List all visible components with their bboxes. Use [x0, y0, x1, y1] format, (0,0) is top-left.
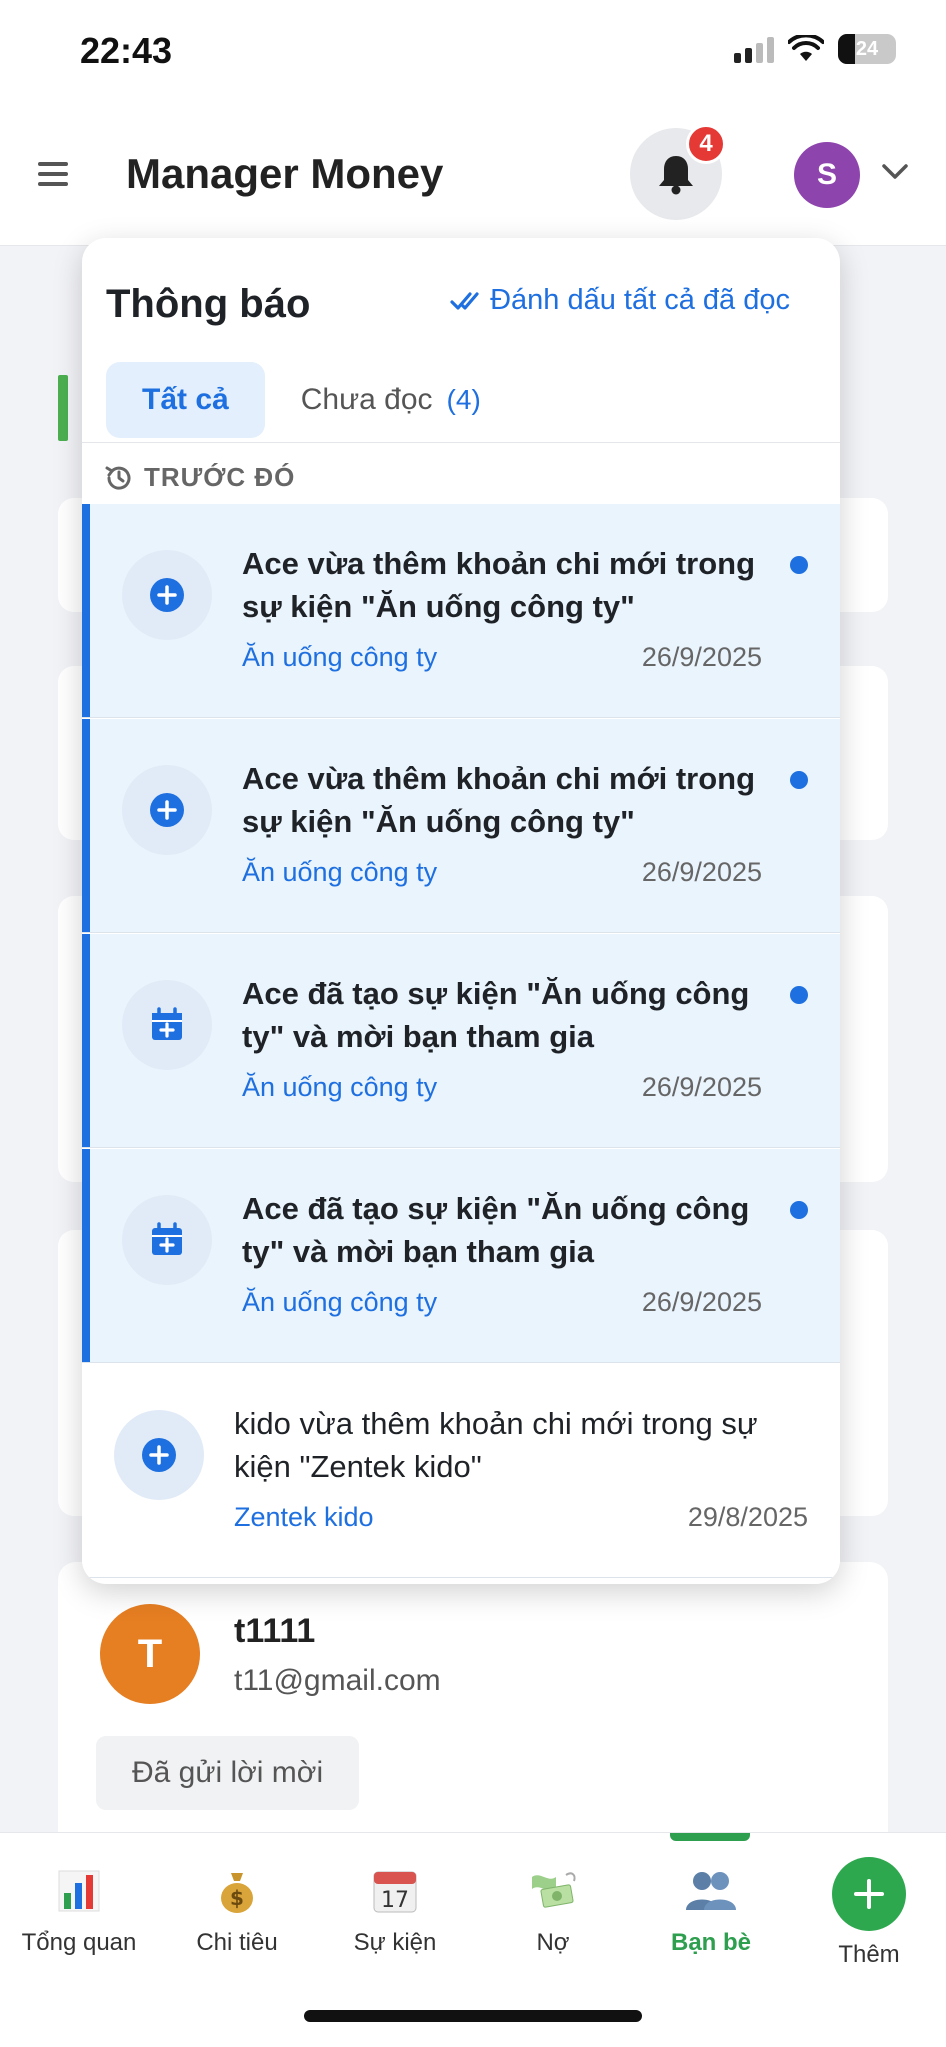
unread-dot	[790, 986, 808, 1004]
calendar-plus-icon	[122, 1195, 212, 1285]
nav-expenses[interactable]: $ Chi tiêu	[158, 1863, 316, 1957]
wifi-icon	[788, 35, 824, 61]
notification-text: Ace vừa thêm khoản chi mới trong sự kiện…	[242, 761, 756, 839]
invitation-sent-button[interactable]: Đã gửi lời mời	[96, 1736, 360, 1810]
unread-dot	[790, 1201, 808, 1219]
friend-email: t11@gmail.com	[234, 1664, 441, 1697]
plus-circle-icon	[114, 1410, 204, 1500]
nav-friends[interactable]: Bạn bè	[632, 1863, 790, 1957]
notifications-title: Thông báo	[106, 282, 311, 326]
notification-text: Ace đã tạo sự kiện "Ăn uống công ty" và …	[242, 1191, 750, 1269]
friends-icon	[632, 1863, 790, 1919]
status-bar: 22:43 24	[0, 0, 946, 100]
nav-events[interactable]: 17 Sự kiện	[316, 1863, 474, 1957]
mark-all-read-button[interactable]: Đánh dấu tất cả đã đọc	[450, 284, 790, 317]
notification-item[interactable]: Ace đã tạo sự kiện "Ăn uống công ty" và …	[82, 1149, 840, 1363]
notifications-header: Thông báo Đánh dấu tất cả đã đọc	[82, 238, 840, 358]
notification-item[interactable]: Ace vừa thêm khoản chi mới trong sự kiện…	[82, 719, 840, 933]
notification-date: 26/9/2025	[641, 857, 762, 887]
section-accent-bar	[58, 375, 68, 441]
chevron-down-icon[interactable]	[880, 162, 910, 182]
notification-text: Ace đã tạo sự kiện "Ăn uống công ty" và …	[242, 976, 750, 1054]
tab-unread[interactable]: Chưa đọc (4)	[265, 362, 517, 438]
plus-circle-icon	[122, 765, 212, 855]
plus-circle-icon	[122, 550, 212, 640]
nav-events-label: Sự kiện	[353, 1929, 437, 1956]
notification-tabs: Tất cả Chưa đọc (4)	[106, 362, 517, 438]
notification-event-link[interactable]: Ăn uống công ty	[242, 1072, 437, 1103]
notification-item[interactable]: kido vừa thêm khoản chi mới trong sự kiệ…	[82, 1364, 840, 1578]
nav-debts-label: Nợ	[536, 1929, 570, 1956]
bar-chart-icon	[0, 1863, 158, 1919]
add-icon	[832, 1857, 906, 1931]
notification-event-link[interactable]: Ăn uống công ty	[242, 1287, 437, 1318]
notification-event-link[interactable]: Ăn uống công ty	[242, 857, 437, 888]
nav-debts[interactable]: Nợ	[474, 1863, 632, 1957]
nav-add[interactable]: Thêm	[790, 1857, 946, 1969]
calendar-icon: 17	[316, 1863, 474, 1919]
status-time: 22:43	[80, 30, 173, 71]
notification-text: kido vừa thêm khoản chi mới trong sự kiệ…	[234, 1406, 758, 1484]
notification-date: 26/9/2025	[641, 1072, 762, 1102]
friend-avatar: T	[100, 1604, 200, 1704]
unread-dot	[790, 556, 808, 574]
section-previous-label: TRƯỚC ĐÓ	[144, 462, 296, 492]
nav-expenses-label: Chi tiêu	[196, 1929, 278, 1956]
active-tab-indicator	[670, 1833, 750, 1841]
tab-all[interactable]: Tất cả	[106, 362, 265, 438]
flying-money-icon	[474, 1863, 632, 1919]
unread-dot	[790, 771, 808, 789]
notification-item[interactable]: Ace đã tạo sự kiện "Ăn uống công ty" và …	[82, 934, 840, 1148]
battery-level: 24	[855, 37, 879, 60]
notification-text: Ace vừa thêm khoản chi mới trong sự kiện…	[242, 546, 756, 624]
notification-event-link[interactable]: Zentek kido	[234, 1502, 374, 1533]
nav-friends-label: Bạn bè	[670, 1929, 751, 1956]
nav-add-label: Thêm	[838, 1941, 900, 1968]
money-bag-icon: $	[158, 1863, 316, 1919]
notification-item[interactable]: Ace vừa thêm khoản chi mới trong sự kiện…	[82, 504, 840, 718]
tab-unread-count: (4)	[446, 384, 481, 415]
notification-bell-button[interactable]: 4	[630, 124, 726, 220]
double-check-icon	[450, 291, 479, 310]
notification-count-badge: 4	[686, 124, 726, 164]
signal-icon	[734, 35, 774, 63]
nav-overview-label: Tổng quan	[21, 1929, 137, 1956]
calendar-plus-icon	[122, 980, 212, 1070]
notifications-dropdown: Thông báo Đánh dấu tất cả đã đọc Tất cả …	[82, 238, 840, 1584]
menu-icon[interactable]	[38, 162, 68, 186]
section-previous: TRƯỚC ĐÓ	[104, 462, 295, 493]
notification-event-link[interactable]: Ăn uống công ty	[242, 642, 437, 673]
notification-date: 26/9/2025	[641, 1287, 762, 1317]
app-title: Manager Money	[126, 150, 444, 197]
nav-overview[interactable]: Tổng quan	[0, 1863, 158, 1957]
svg-text:17: 17	[381, 1888, 409, 1913]
app-header: Manager Money 4 S	[0, 100, 946, 246]
battery-icon: 24	[838, 34, 896, 64]
mark-all-read-label: Đánh dấu tất cả đã đọc	[490, 284, 790, 316]
bell-icon	[659, 156, 693, 195]
svg-text:$: $	[230, 1886, 244, 1910]
friend-name: t1111	[234, 1612, 316, 1650]
friend-card: T t1111 t11@gmail.com Đã gửi lời mời	[58, 1562, 888, 1852]
notification-date: 29/8/2025	[687, 1502, 808, 1532]
divider	[82, 442, 840, 443]
tab-unread-label: Chưa đọc	[300, 383, 433, 416]
status-icons: 24	[734, 34, 896, 64]
notification-date: 26/9/2025	[641, 642, 762, 672]
history-icon	[105, 466, 131, 490]
home-indicator	[304, 2010, 642, 2022]
user-avatar[interactable]: S	[794, 142, 860, 208]
